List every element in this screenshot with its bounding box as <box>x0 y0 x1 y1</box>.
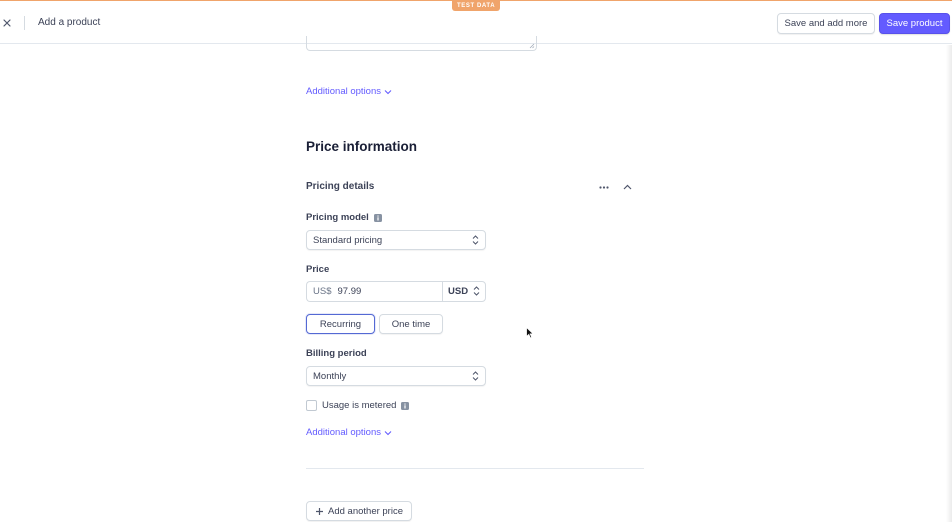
header-divider <box>24 16 25 30</box>
one-time-option-button[interactable]: One time <box>379 314 443 334</box>
pricing-model-select[interactable]: Standard pricing <box>306 230 486 250</box>
more-options-button[interactable] <box>596 181 612 193</box>
additional-options-label: Additional options <box>306 427 381 438</box>
page-title: Add a product <box>38 17 101 28</box>
pricing-model-label: Pricing model <box>306 212 382 223</box>
product-additional-options-toggle[interactable]: Additional options <box>306 86 392 97</box>
scroll-edge-shadow <box>946 45 952 522</box>
chevron-down-icon <box>384 430 392 435</box>
collapse-pricing-details-button[interactable] <box>620 180 634 194</box>
price-additional-options-toggle[interactable]: Additional options <box>306 427 392 438</box>
close-icon <box>3 19 11 27</box>
additional-options-label: Additional options <box>306 86 381 97</box>
recurring-option-button[interactable]: Recurring <box>306 314 375 334</box>
description-textarea[interactable] <box>306 36 537 51</box>
save-and-add-more-button[interactable]: Save and add more <box>777 13 875 34</box>
pricing-details-heading: Pricing details <box>306 181 375 192</box>
currency-prefix: US$ <box>313 286 332 297</box>
more-horizontal-icon <box>599 185 609 189</box>
chevron-down-icon <box>384 89 392 94</box>
test-data-badge: TEST DATA <box>452 1 501 11</box>
billing-period-select[interactable]: Monthly <box>306 366 486 386</box>
price-value: 97.99 <box>337 286 362 297</box>
usage-metered-checkbox[interactable] <box>306 400 317 411</box>
price-information-heading: Price information <box>306 139 418 154</box>
chevron-up-icon <box>623 184 631 190</box>
chevron-updown-icon <box>472 235 479 245</box>
price-label-text: Price <box>306 264 330 275</box>
info-icon[interactable] <box>401 401 410 410</box>
currency-value: USD <box>448 286 469 297</box>
price-label: Price <box>306 264 329 275</box>
save-product-button[interactable]: Save product <box>879 13 950 34</box>
pricing-model-value: Standard pricing <box>313 234 383 246</box>
currency-select[interactable]: USD <box>442 281 486 302</box>
price-input[interactable]: US$ 97.99 <box>306 281 443 302</box>
close-button[interactable] <box>0 14 14 32</box>
chevron-updown-icon <box>473 286 480 296</box>
resize-grip-icon[interactable] <box>529 43 535 49</box>
info-icon[interactable] <box>373 213 382 222</box>
plus-icon <box>316 507 323 515</box>
usage-metered-label-text: Usage is metered <box>322 400 397 411</box>
billing-period-label-text: Billing period <box>306 348 367 359</box>
add-another-price-label: Add another price <box>328 505 403 517</box>
section-divider <box>306 468 644 469</box>
usage-metered-label: Usage is metered <box>322 400 410 411</box>
mouse-pointer-icon <box>526 327 534 339</box>
add-another-price-button[interactable]: Add another price <box>306 501 412 521</box>
billing-period-label: Billing period <box>306 348 367 359</box>
chevron-updown-icon <box>472 371 479 381</box>
pricing-model-label-text: Pricing model <box>306 212 369 223</box>
billing-period-value: Monthly <box>313 370 347 382</box>
